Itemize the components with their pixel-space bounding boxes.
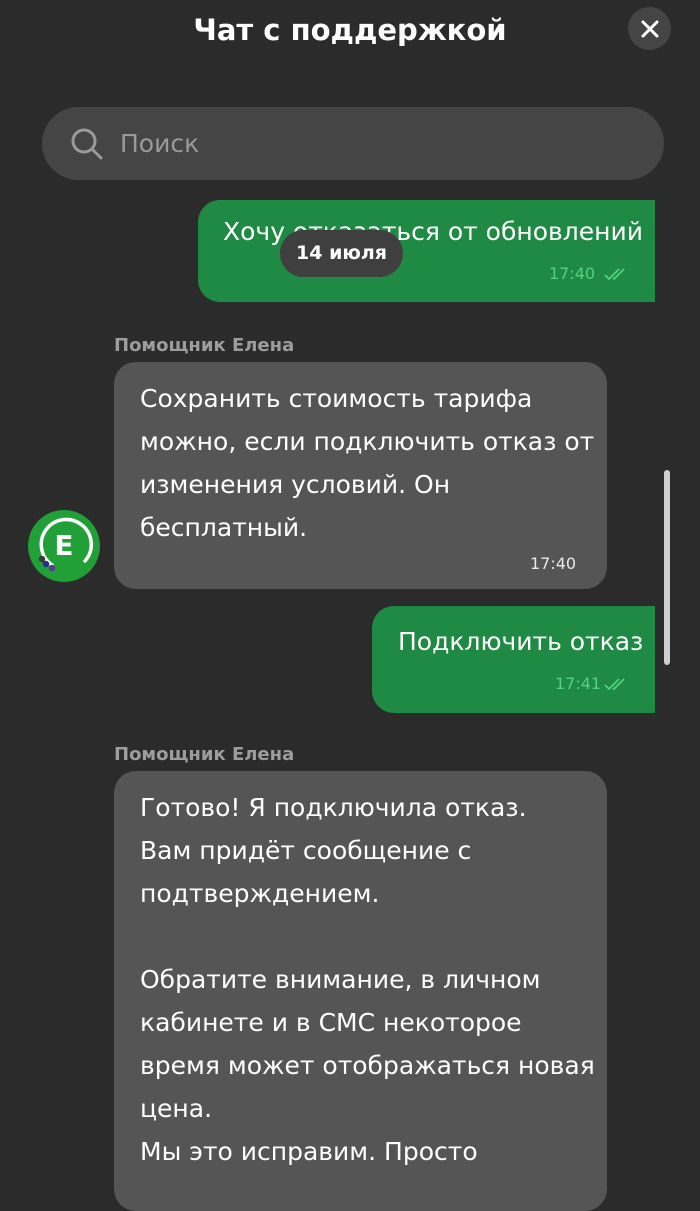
avatar-letter: Е <box>54 529 74 562</box>
message-time: 17:40 <box>530 554 577 573</box>
message-text: Готово! Я подключила отказ. Вам придёт с… <box>140 793 595 1166</box>
message-text: Подключить отказ <box>398 627 644 656</box>
close-button[interactable] <box>628 7 671 50</box>
page-title: Чат с поддержкой <box>193 13 507 47</box>
double-check-icon <box>604 678 625 691</box>
message-time: 17:40 <box>549 264 596 283</box>
sender-name: Помощник Елена <box>114 335 295 356</box>
outgoing-message[interactable]: Хочу отказаться от обновлений 17:40 <box>198 200 655 302</box>
avatar: Е <box>28 510 100 582</box>
search-bar[interactable] <box>42 107 664 180</box>
incoming-message[interactable]: Сохранить стоимость тарифа можно, если п… <box>114 362 607 589</box>
scrollbar[interactable] <box>664 470 670 665</box>
search-icon <box>71 128 103 159</box>
outgoing-message[interactable]: Подключить отказ 17:41 <box>372 606 655 713</box>
message-text: Сохранить стоимость тарифа можно, если п… <box>140 384 595 542</box>
double-check-icon <box>604 268 625 281</box>
search-input[interactable] <box>118 128 602 159</box>
incoming-message[interactable]: Готово! Я подключила отказ. Вам придёт с… <box>114 771 607 1211</box>
date-separator: 14 июля <box>280 230 403 277</box>
message-time: 17:41 <box>555 674 602 693</box>
close-icon <box>641 20 658 37</box>
sender-name: Помощник Елена <box>114 744 295 765</box>
